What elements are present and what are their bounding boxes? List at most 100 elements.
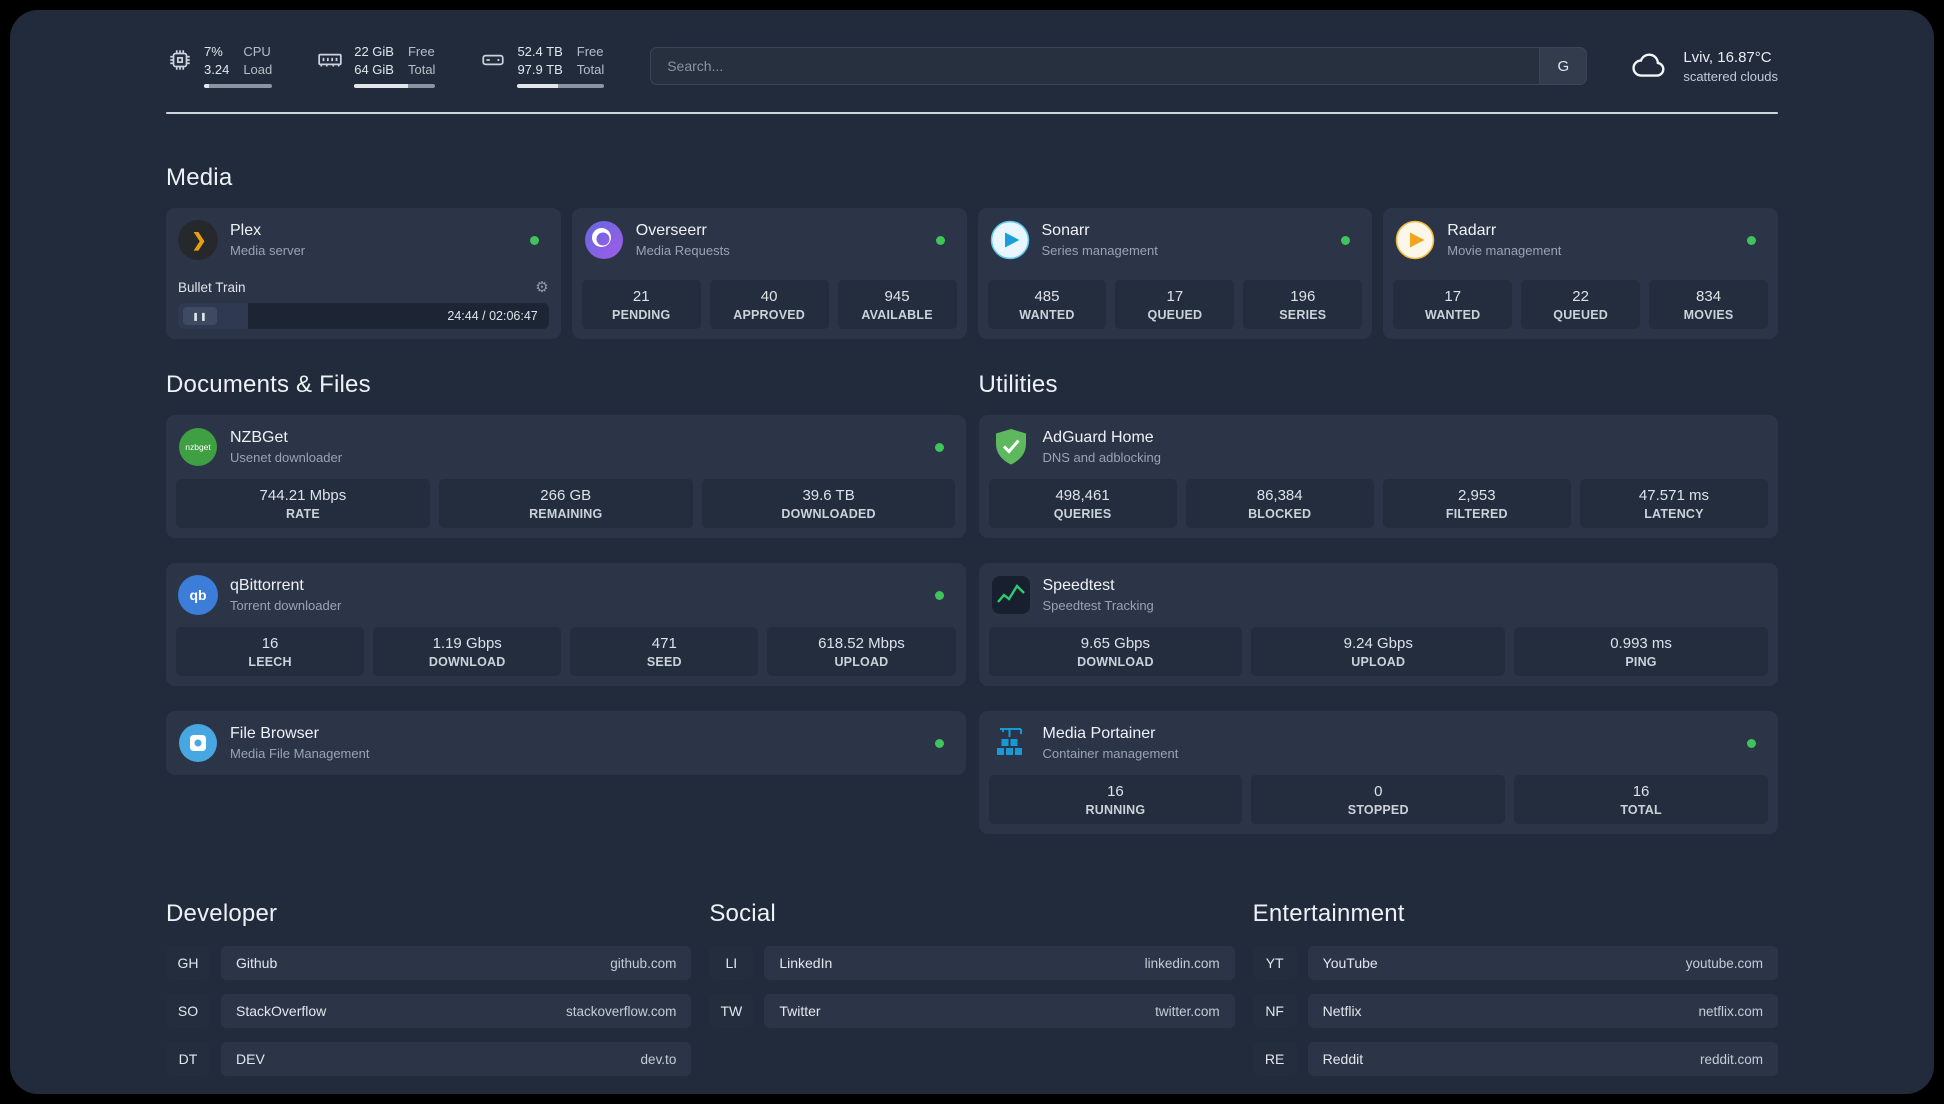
link-reddit[interactable]: RE Reddit reddit.com [1252,1042,1778,1076]
app-card-sonarr[interactable]: Sonarr Series management 485 WANTED 17 Q… [977,208,1373,339]
status-dot [529,235,539,245]
app-subtitle: Media Requests [635,243,730,258]
stat-tile: 16 LEECH [176,627,365,676]
disk-widget: 52.4 TB 97.9 TB Free Total [479,44,605,88]
cpu-label-bottom: Load [243,62,273,77]
dashboard: 7% 3.24 CPU Load 22 GiB 64 GiB Free Tota… [10,10,1934,1094]
disk-label-top: Free [576,44,604,59]
link-abbr: SO [166,994,210,1028]
search-input[interactable] [650,47,1540,85]
sonarr-icon [990,220,1030,260]
status-dot [934,738,944,748]
app-card-qbittorrent[interactable]: qb qBittorrent Torrent downloader 16 LEE… [166,563,966,686]
app-card-nzbget[interactable]: nzbget NZBGet Usenet downloader 744.21 M… [166,415,966,538]
app-name: AdGuard Home [1042,429,1154,446]
app-subtitle: Movie management [1447,243,1562,258]
cpu-load-value: 3.24 [204,62,230,77]
gear-icon[interactable]: ⚙ [535,278,548,296]
stat-tile: 1.19 Gbps DOWNLOAD [373,627,562,676]
stat-tile: 47.571 ms LATENCY [1579,479,1768,528]
weather-location: Lviv, 16.87°C [1683,48,1772,66]
ram-free-value: 22 GiB [354,44,394,59]
app-card-filebrowser[interactable]: File Browser Media File Management [166,711,966,775]
app-subtitle: Usenet downloader [230,450,343,465]
filebrowser-icon [178,723,218,763]
app-card-plex[interactable]: ❯ Plex Media server Bullet Train ⚙ ❚❚ 24… [166,208,561,339]
plex-now-playing: Bullet Train ⚙ ❚❚ 24:44 / 02:06:47 [176,278,551,329]
section-title-developer: Developer [166,900,278,927]
stat-tile: 485 WANTED [987,280,1107,329]
app-card-portainer[interactable]: Media Portainer Container management 16 … [978,711,1778,834]
link-twitter[interactable]: TW Twitter twitter.com [709,994,1235,1028]
status-dot [1747,235,1756,245]
stat-tile: 17 WANTED [1393,280,1513,329]
pause-button[interactable]: ❚❚ [183,307,217,325]
playback-time: 24:44 / 02:06:47 [447,309,538,323]
stat-tile: 0 STOPPED [1251,775,1506,824]
stat-tile: 744.21 Mbps RATE [176,479,430,528]
radarr-icon [1395,220,1435,260]
overseerr-icon [584,220,624,260]
link-dev[interactable]: DT DEV dev.to [166,1042,692,1076]
section-title-documents: Documents & Files [166,371,371,398]
stat-tile: 834 MOVIES [1649,280,1769,329]
search-provider-button[interactable]: G [1539,47,1588,85]
app-card-radarr[interactable]: Radarr Movie management 17 WANTED 22 QUE… [1383,208,1778,339]
link-stackoverflow[interactable]: SO StackOverflow stackoverflow.com [166,994,692,1028]
ram-total-value: 64 GiB [354,62,394,77]
ram-label-top: Free [407,44,435,59]
status-dot [1747,738,1756,748]
link-abbr: YT [1252,946,1297,980]
link-abbr: LI [709,946,754,980]
stat-tile: 266 GB REMAINING [438,479,693,528]
link-github[interactable]: GH Github github.com [166,946,692,980]
plex-icon: ❯ [178,220,218,260]
app-name: NZBGet [230,429,288,446]
app-subtitle: Speedtest Tracking [1042,598,1154,613]
stat-tile: 9.65 Gbps DOWNLOAD [988,627,1243,676]
link-abbr: DT [166,1042,210,1076]
status-dot [935,235,945,245]
stat-tile: 16 RUNNING [988,775,1243,824]
disk-progress-bar [517,84,605,88]
link-netflix[interactable]: NF Netflix netflix.com [1252,994,1778,1028]
entertainment-links: Entertainment YT YouTube youtube.com NF … [1252,900,1778,1076]
app-name: Plex [230,222,262,239]
ram-icon [316,46,344,74]
stat-tile: 21 PENDING [581,280,701,329]
cpu-label-top: CPU [243,44,271,59]
documents-column: Documents & Files nzbget NZBGet Usenet d… [166,371,966,834]
stat-tile: 945 AVAILABLE [837,280,957,329]
app-card-overseerr[interactable]: Overseerr Media Requests 21 PENDING 40 A… [571,208,967,339]
social-links: Social LI LinkedIn linkedin.com TW Twitt… [709,900,1235,1076]
system-stats: 7% 3.24 CPU Load 22 GiB 64 GiB Free Tota… [166,44,605,88]
search-bar: G [650,47,1588,85]
stat-tile: 618.52 Mbps UPLOAD [767,627,956,676]
app-card-adguard[interactable]: AdGuard Home DNS and adblocking 498,461 … [978,415,1778,538]
stat-tile: 16 TOTAL [1514,775,1768,824]
app-subtitle: Series management [1041,243,1158,258]
ram-progress-bar [354,84,436,88]
stat-tile: 498,461 QUERIES [988,479,1177,528]
cpu-icon [166,46,194,74]
app-name: Overseerr [635,222,707,239]
app-subtitle: DNS and adblocking [1042,450,1162,465]
link-abbr: TW [709,994,754,1028]
app-name: Radarr [1447,222,1497,239]
app-name: Media Portainer [1042,725,1156,742]
disk-total-value: 97.9 TB [517,62,563,77]
section-title-utilities: Utilities [978,371,1058,398]
link-linkedin[interactable]: LI LinkedIn linkedin.com [709,946,1235,980]
qbittorrent-icon: qb [178,575,218,615]
cpu-percent: 7% [204,44,223,59]
topbar-divider [166,112,1778,114]
now-playing-title: Bullet Train [178,279,246,295]
top-bar: 7% 3.24 CPU Load 22 GiB 64 GiB Free Tota… [166,44,1778,88]
seek-bar[interactable]: ❚❚ 24:44 / 02:06:47 [178,303,549,329]
link-youtube[interactable]: YT YouTube youtube.com [1252,946,1778,980]
app-name: qBittorrent [230,577,304,594]
disk-free-value: 52.4 TB [517,44,563,59]
app-card-speedtest[interactable]: Speedtest Speedtest Tracking 9.65 Gbps D… [978,563,1778,686]
app-name: Sonarr [1041,222,1090,239]
developer-links: Developer GH Github github.com SO StackO… [166,900,692,1076]
